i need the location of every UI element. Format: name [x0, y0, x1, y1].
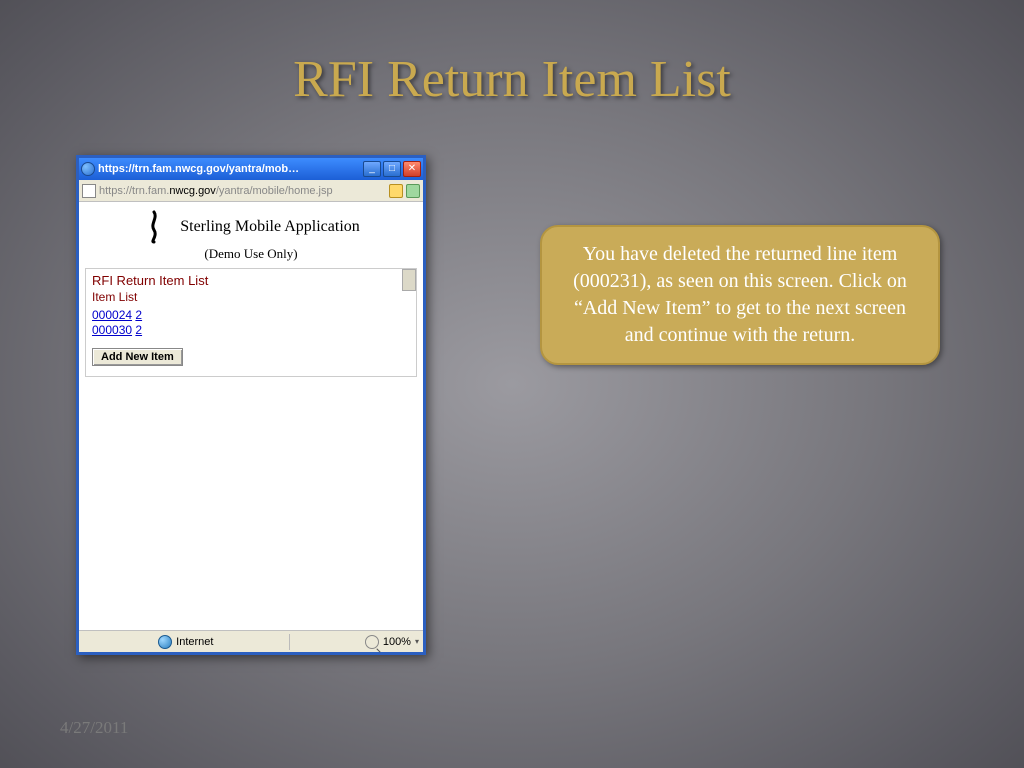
callout-text: You have deleted the returned line item …	[573, 243, 907, 346]
browser-window: https://trn.fam.nwcg.gov/yantra/mob… _ □…	[76, 155, 426, 655]
list-item: 000024 2	[92, 308, 410, 322]
url-text[interactable]: https://trn.fam.nwcg.gov/yantra/mobile/h…	[99, 185, 386, 197]
window-title-text: https://trn.fam.nwcg.gov/yantra/mob…	[98, 163, 299, 175]
status-separator	[289, 634, 290, 650]
window-buttons: _ □ ✕	[363, 161, 421, 177]
maximize-button[interactable]: □	[383, 161, 401, 177]
status-zone-text: Internet	[176, 636, 213, 648]
slide-title: RFI Return Item List	[0, 50, 1024, 109]
add-new-item-button[interactable]: Add New Item	[92, 348, 183, 366]
item-qty-link[interactable]: 2	[135, 323, 142, 337]
url-host: nwcg.gov	[169, 185, 215, 197]
minimize-button[interactable]: _	[363, 161, 381, 177]
item-id-link[interactable]: 000024	[92, 308, 132, 322]
slide-date: 4/27/2011	[60, 718, 128, 738]
page-icon	[82, 184, 96, 198]
statusbar: Internet 100% ▾	[79, 630, 423, 652]
feed-icon	[406, 184, 420, 198]
status-zone-group: Internet	[158, 635, 213, 649]
close-button[interactable]: ✕	[403, 161, 421, 177]
chevron-down-icon[interactable]: ▾	[415, 637, 419, 646]
item-qty-link[interactable]: 2	[135, 308, 142, 322]
app-name: Sterling Mobile Application	[180, 218, 360, 235]
url-gray-1: ://trn.fam.	[123, 185, 169, 197]
section-title: RFI Return Item List	[92, 273, 410, 288]
zoom-icon	[365, 635, 379, 649]
list-item: 000030 2	[92, 323, 410, 337]
item-id-link[interactable]: 000030	[92, 323, 132, 337]
scroll-thumb[interactable]	[402, 269, 416, 291]
app-header: Sterling Mobile Application (Demo Use On…	[85, 210, 417, 262]
zoom-text: 100%	[383, 636, 411, 648]
page-body: Sterling Mobile Application (Demo Use On…	[79, 202, 423, 630]
globe-icon	[158, 635, 172, 649]
status-zoom-group[interactable]: 100% ▾	[365, 635, 419, 649]
app-logo-icon	[142, 210, 166, 244]
window-titlebar: https://trn.fam.nwcg.gov/yantra/mob… _ □…	[79, 158, 423, 180]
url-scheme: https	[99, 185, 123, 197]
instruction-callout: You have deleted the returned line item …	[540, 225, 940, 365]
ie-icon	[81, 162, 95, 176]
address-bar: https://trn.fam.nwcg.gov/yantra/mobile/h…	[79, 180, 423, 202]
item-list-label: Item List	[92, 290, 410, 304]
app-subtitle: (Demo Use Only)	[85, 246, 417, 262]
lock-icon	[389, 184, 403, 198]
url-gray-2: /yantra/mobile/home.jsp	[216, 185, 333, 197]
content-box: RFI Return Item List Item List 000024 2 …	[85, 268, 417, 377]
